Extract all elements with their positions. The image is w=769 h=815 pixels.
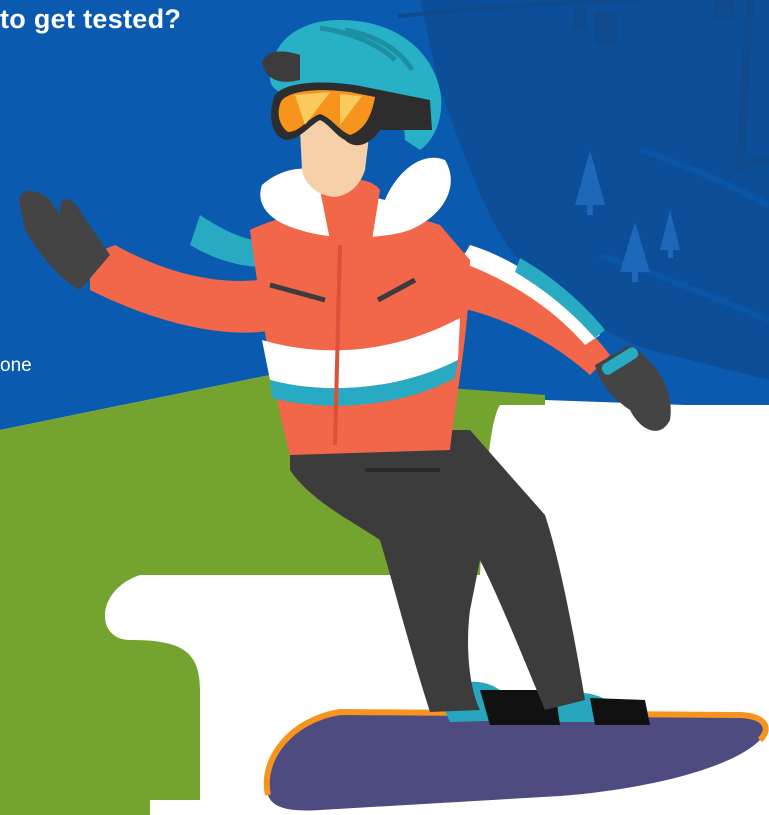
ski-scene-illustration	[0, 0, 769, 815]
headline: to get tested?	[0, 4, 182, 34]
body-text-fragment: one	[0, 355, 32, 376]
